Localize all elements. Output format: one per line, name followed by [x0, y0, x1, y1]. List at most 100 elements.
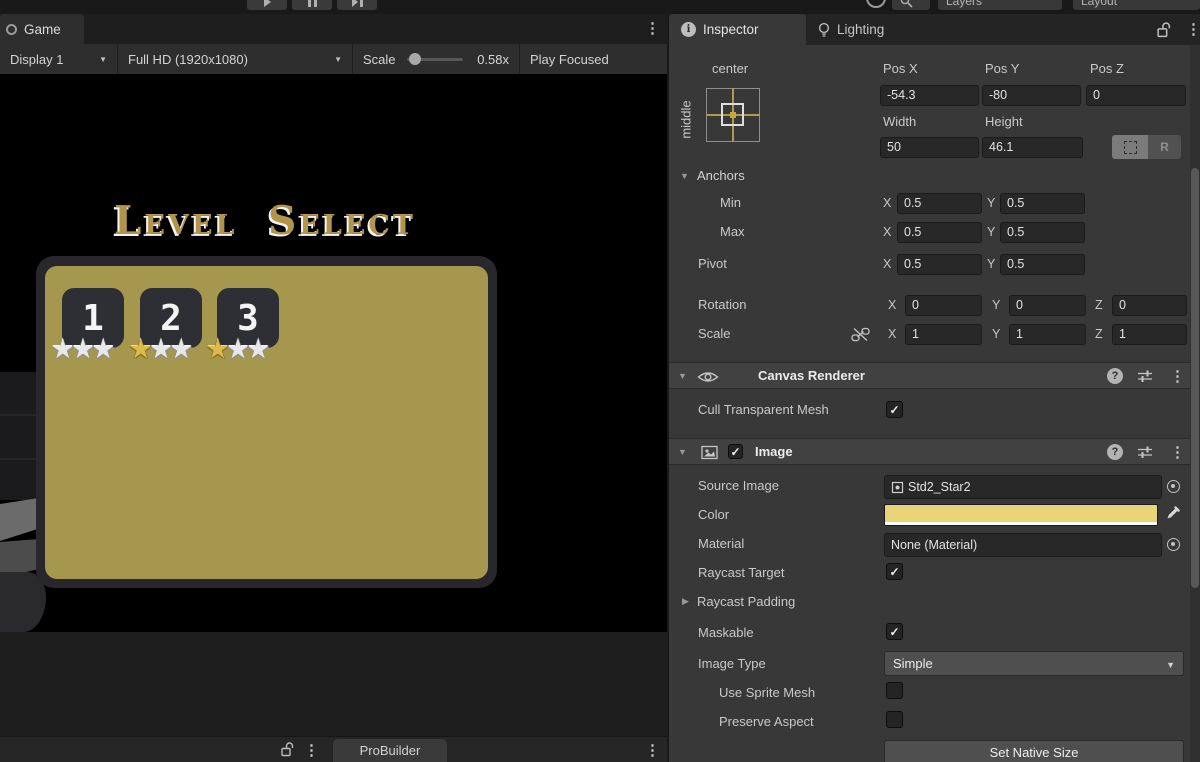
lighting-tab-label: Lighting: [837, 22, 884, 37]
pivot-x-field[interactable]: 0.5: [897, 254, 982, 275]
width-field[interactable]: 50: [880, 137, 979, 158]
game-viewport: Level Select 1 2 3: [0, 74, 667, 632]
pos-y-field[interactable]: -80: [982, 85, 1081, 106]
bottom-pane-menu-icon-right[interactable]: [645, 743, 660, 758]
foldout-open-icon[interactable]: ▼: [680, 172, 689, 181]
use-sprite-mesh-checkbox[interactable]: [886, 682, 903, 699]
presets-icon[interactable]: [1137, 445, 1153, 459]
object-picker-icon[interactable]: [1167, 480, 1180, 493]
anchors-foldout-label[interactable]: Anchors: [697, 168, 745, 183]
eyedropper-icon[interactable]: [1165, 505, 1181, 521]
scale-label: Scale: [363, 52, 396, 67]
max-x-field[interactable]: 0.5: [897, 222, 982, 243]
rotation-z-field[interactable]: 0: [1112, 295, 1187, 316]
tab-game[interactable]: Game: [0, 14, 84, 45]
rotation-y-field[interactable]: 0: [1009, 295, 1086, 316]
min-y-field[interactable]: 0.5: [1000, 193, 1085, 214]
anchors-max-label: Max: [720, 224, 745, 239]
scale-x-field[interactable]: 1: [905, 324, 982, 345]
pos-z-field[interactable]: 0: [1086, 85, 1186, 106]
inspector-scrollbar-thumb[interactable]: [1191, 168, 1199, 588]
info-icon: [681, 22, 696, 37]
tab-inspector[interactable]: Inspector: [669, 14, 806, 45]
star-icon: [169, 336, 193, 363]
play-focused-label: Play Focused: [530, 52, 609, 67]
rotation-x-axis-label: X: [888, 298, 896, 312]
material-field[interactable]: None (Material): [884, 533, 1162, 557]
component-menu-icon[interactable]: [1170, 445, 1185, 460]
set-native-size-button[interactable]: Set Native Size: [884, 740, 1184, 762]
layers-dropdown[interactable]: Layers: [938, 0, 1062, 10]
height-field[interactable]: 46.1: [982, 137, 1083, 158]
scale-slider-knob[interactable]: [409, 53, 421, 65]
anchor-pivot-dot-icon: [730, 112, 736, 118]
pos-x-field[interactable]: -54.3: [880, 85, 979, 106]
canvas-renderer-header[interactable]: ▼ Canvas Renderer: [669, 362, 1190, 389]
play-focused-dropdown[interactable]: Play Focused: [520, 44, 644, 74]
inspector-unlock-icon[interactable]: [1157, 22, 1171, 38]
presets-icon[interactable]: [1137, 369, 1153, 383]
source-image-field[interactable]: Std2_Star2: [884, 475, 1162, 499]
color-swatch[interactable]: [884, 504, 1158, 526]
raw-edit-mode-button[interactable]: R: [1148, 135, 1181, 159]
pivot-y-field[interactable]: 0.5: [1000, 254, 1085, 275]
broken-link-icon[interactable]: [851, 327, 870, 342]
anchor-preset-widget[interactable]: [706, 88, 760, 142]
help-icon[interactable]: [1107, 368, 1123, 384]
raycast-padding-label[interactable]: Raycast Padding: [697, 594, 795, 609]
tab-lighting[interactable]: Lighting: [806, 14, 930, 45]
scale-y-field[interactable]: 1: [1009, 324, 1086, 345]
pos-y-label: Pos Y: [985, 61, 1019, 76]
anchors-min-label: Min: [720, 195, 741, 210]
foldout-closed-icon[interactable]: ▶: [682, 597, 689, 606]
object-picker-icon[interactable]: [1167, 538, 1180, 551]
image-header[interactable]: ▼ Image: [669, 438, 1190, 465]
pivot-y-axis-label: Y: [987, 257, 995, 271]
foldout-open-icon[interactable]: ▼: [678, 448, 687, 457]
pause-button[interactable]: [292, 0, 332, 10]
pause-icon: [308, 0, 317, 7]
rotation-x-field[interactable]: 0: [905, 295, 982, 316]
display-label: Display 1: [10, 52, 63, 67]
bottom-pane-menu-icon[interactable]: [304, 743, 319, 758]
cull-transparent-mesh-label: Cull Transparent Mesh: [698, 402, 829, 417]
image-type-dropdown[interactable]: Simple ▼: [884, 651, 1184, 676]
max-y-field[interactable]: 0.5: [1000, 222, 1085, 243]
pos-x-label: Pos X: [883, 61, 918, 76]
color-alpha-bar: [885, 522, 1157, 525]
inspector-menu-icon[interactable]: [1186, 22, 1200, 37]
raycast-target-checkbox[interactable]: [886, 563, 903, 580]
play-button[interactable]: [247, 0, 287, 10]
component-menu-icon[interactable]: [1170, 369, 1185, 384]
source-image-value: Std2_Star2: [908, 480, 971, 494]
play-icon: [264, 0, 271, 7]
display-dropdown[interactable]: Display 1 ▼: [0, 44, 118, 74]
preserve-aspect-checkbox[interactable]: [886, 711, 903, 728]
min-x-field[interactable]: 0.5: [897, 193, 982, 214]
sprite-icon: [891, 481, 904, 494]
maskable-label: Maskable: [698, 625, 754, 640]
account-icon[interactable]: [866, 0, 886, 8]
cull-transparent-mesh-checkbox[interactable]: [886, 401, 903, 418]
scale-z-field[interactable]: 1: [1112, 324, 1187, 345]
game-pane-menu-icon[interactable]: [645, 21, 660, 36]
raw-edit-label: R: [1160, 140, 1169, 154]
maskable-checkbox[interactable]: [886, 623, 903, 640]
help-icon[interactable]: [1107, 444, 1123, 460]
foldout-open-icon[interactable]: ▼: [678, 372, 687, 381]
tab-probuilder[interactable]: ProBuilder: [333, 739, 447, 762]
level-1-number: 1: [82, 298, 104, 339]
unlock-icon[interactable]: [281, 742, 294, 757]
resolution-dropdown[interactable]: Full HD (1920x1080) ▼: [118, 44, 353, 74]
chevron-down-icon: ▼: [1156, 660, 1175, 670]
canvas-renderer-title: Canvas Renderer: [758, 368, 865, 383]
chevron-down-icon: ▼: [89, 55, 107, 64]
scale-row-label: Scale: [698, 326, 731, 341]
blueprint-mode-button[interactable]: [1112, 135, 1148, 159]
search-button[interactable]: [892, 0, 930, 10]
scale-control: Scale 0.58x: [353, 44, 520, 74]
image-enabled-checkbox[interactable]: [728, 444, 743, 459]
step-button[interactable]: [337, 0, 377, 10]
anchor-preset-horizontal: center: [712, 61, 748, 76]
layout-dropdown[interactable]: Layout: [1073, 0, 1200, 10]
